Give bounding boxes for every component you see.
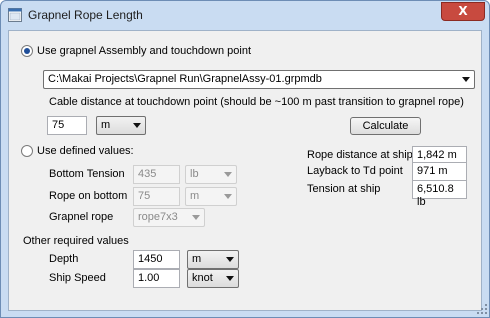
defined-values-radio-label[interactable]: Use defined values: [37, 145, 134, 157]
ship-speed-value: 1.00 [138, 272, 160, 284]
rope-distance-value: 1,842 m [417, 149, 457, 161]
bottom-tension-label: Bottom Tension [49, 168, 125, 180]
rope-on-bottom-input: 75 [133, 187, 180, 206]
depth-input[interactable]: 1450 [133, 250, 180, 269]
dialog-window: Grapnel Rope Length X Use grapnel Assemb… [0, 0, 490, 318]
assembly-file-path: C:\Makai Projects\Grapnel Run\GrapnelAss… [48, 73, 322, 85]
ship-speed-label: Ship Speed [49, 272, 106, 284]
chevron-down-icon [226, 276, 234, 281]
chevron-down-icon [226, 257, 234, 262]
ship-speed-unit-select[interactable]: knot [187, 269, 239, 288]
other-values-heading: Other required values [23, 235, 129, 247]
window-title: Grapnel Rope Length [28, 8, 143, 22]
assembly-file-dropdown[interactable]: C:\Makai Projects\Grapnel Run\GrapnelAss… [43, 70, 475, 89]
layback-output: 971 m [412, 162, 467, 181]
tension-at-ship-label: Tension at ship [307, 183, 381, 195]
depth-label: Depth [49, 253, 79, 265]
chevron-down-icon [224, 194, 232, 199]
cable-distance-unit: m [101, 119, 111, 131]
rope-distance-label: Rope distance at ship [307, 149, 413, 161]
bottom-tension-input: 435 [133, 165, 180, 184]
layback-value: 971 m [417, 165, 448, 177]
cable-distance-value: 75 [52, 119, 65, 131]
assembly-radio[interactable] [21, 45, 33, 57]
ship-speed-unit: knot [192, 272, 213, 284]
depth-unit-select[interactable]: m [187, 250, 239, 269]
grapnel-rope-value: rope7x3 [138, 211, 178, 223]
defined-values-radio[interactable] [21, 145, 33, 157]
cable-distance-label: Cable distance at touchdown point (shoul… [49, 96, 464, 108]
tension-at-ship-value: 6,510.8 lb [417, 183, 454, 208]
title-bar[interactable]: Grapnel Rope Length X [1, 1, 489, 29]
radio-selected-dot [24, 48, 30, 54]
chevron-down-icon [224, 172, 232, 177]
rope-on-bottom-value: 75 [138, 190, 151, 202]
rope-on-bottom-unit-select: m [185, 187, 237, 206]
assembly-radio-label[interactable]: Use grapnel Assembly and touchdown point [37, 45, 251, 57]
grapnel-rope-select: rope7x3 [133, 208, 205, 227]
close-button[interactable]: X [441, 2, 485, 21]
resize-grip-icon[interactable] [476, 303, 488, 315]
tension-at-ship-output: 6,510.8 lb [412, 180, 467, 208]
chevron-down-icon [462, 77, 470, 82]
depth-value: 1450 [138, 253, 163, 265]
cable-distance-input[interactable]: 75 [47, 116, 87, 135]
rope-on-bottom-label: Rope on bottom [49, 190, 128, 202]
calculate-button[interactable]: Calculate [350, 117, 421, 135]
layback-label: Layback to Td point [307, 165, 403, 177]
depth-unit: m [192, 253, 202, 265]
ship-speed-input[interactable]: 1.00 [133, 269, 180, 288]
bottom-tension-value: 435 [138, 168, 157, 180]
bottom-tension-unit: lb [190, 168, 199, 180]
chevron-down-icon [133, 123, 141, 128]
app-icon [8, 8, 22, 22]
close-icon: X [458, 4, 468, 18]
grapnel-rope-label: Grapnel rope [49, 211, 114, 223]
bottom-tension-unit-select: lb [185, 165, 237, 184]
dialog-client-area: Use grapnel Assembly and touchdown point… [8, 30, 482, 311]
cable-distance-unit-select[interactable]: m [96, 116, 146, 135]
chevron-down-icon [192, 215, 200, 220]
rope-on-bottom-unit: m [190, 190, 200, 202]
